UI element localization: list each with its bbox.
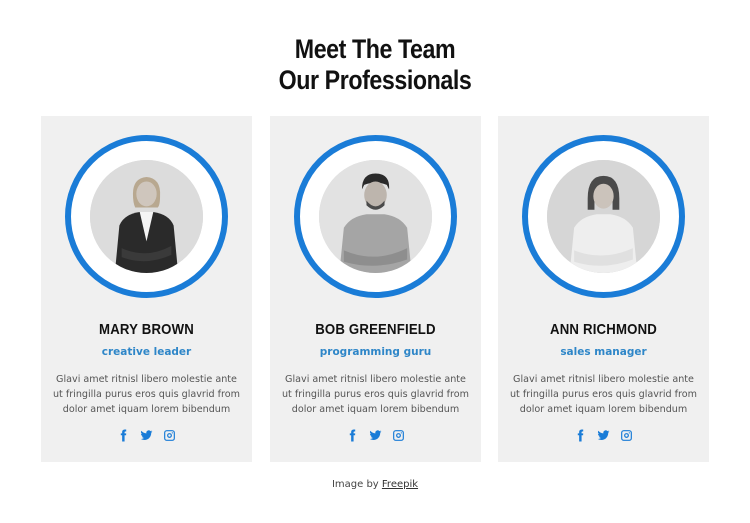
image-credit: Image by Freepik (0, 479, 750, 490)
avatar-photo-mary-brown (90, 160, 203, 273)
twitter-link[interactable] (597, 428, 611, 442)
woman-portrait-icon (90, 160, 203, 273)
member-role: programming guru (319, 346, 432, 358)
member-description: Glavi amet ritnisl libero molestie ante … (52, 374, 241, 415)
team-card: ANN RICHMOND sales manager Glavi amet ri… (498, 116, 709, 462)
member-name: MARY BROWN (99, 321, 194, 338)
instagram-link[interactable] (163, 428, 177, 442)
heading-line-1: Meet The Team (294, 34, 456, 64)
social-links (41, 428, 252, 442)
twitter-icon (597, 429, 610, 440)
team-card: MARY BROWN creative leader Glavi amet ri… (41, 116, 252, 462)
member-role: sales manager (560, 346, 647, 358)
avatar-photo-ann-richmond (547, 160, 660, 273)
twitter-link[interactable] (140, 428, 154, 442)
avatar-photo-bob-greenfield (319, 160, 432, 273)
team-card: BOB GREENFIELD programming guru Glavi am… (270, 116, 481, 462)
avatar-ring (294, 135, 457, 298)
facebook-link[interactable] (117, 428, 131, 442)
facebook-icon (577, 429, 584, 441)
facebook-link[interactable] (346, 428, 360, 442)
member-name: ANN RICHMOND (550, 321, 657, 338)
facebook-icon (349, 429, 356, 441)
credit-prefix: Image by (331, 479, 379, 490)
member-name: BOB GREENFIELD (315, 321, 436, 338)
avatar-ring (522, 135, 685, 298)
member-description: Glavi amet ritnisl libero molestie ante … (281, 374, 470, 415)
instagram-icon (393, 429, 404, 441)
member-description: Glavi amet ritnisl libero molestie ante … (509, 374, 698, 415)
section-heading: Meet The Team Our Professionals (53, 34, 698, 96)
instagram-link[interactable] (392, 428, 406, 442)
avatar-ring (65, 135, 228, 298)
facebook-icon (120, 429, 127, 441)
man-portrait-icon (319, 160, 432, 273)
instagram-link[interactable] (620, 428, 634, 442)
instagram-icon (164, 429, 175, 441)
freepik-link[interactable]: Freepik (382, 479, 418, 490)
twitter-icon (369, 429, 382, 440)
instagram-icon (621, 429, 632, 441)
woman-portrait-icon (547, 160, 660, 273)
social-links (498, 428, 709, 442)
member-role: creative leader (101, 346, 192, 358)
twitter-icon (140, 429, 153, 440)
social-links (270, 428, 481, 442)
twitter-link[interactable] (369, 428, 383, 442)
heading-line-2: Our Professionals (278, 65, 472, 95)
facebook-link[interactable] (574, 428, 588, 442)
